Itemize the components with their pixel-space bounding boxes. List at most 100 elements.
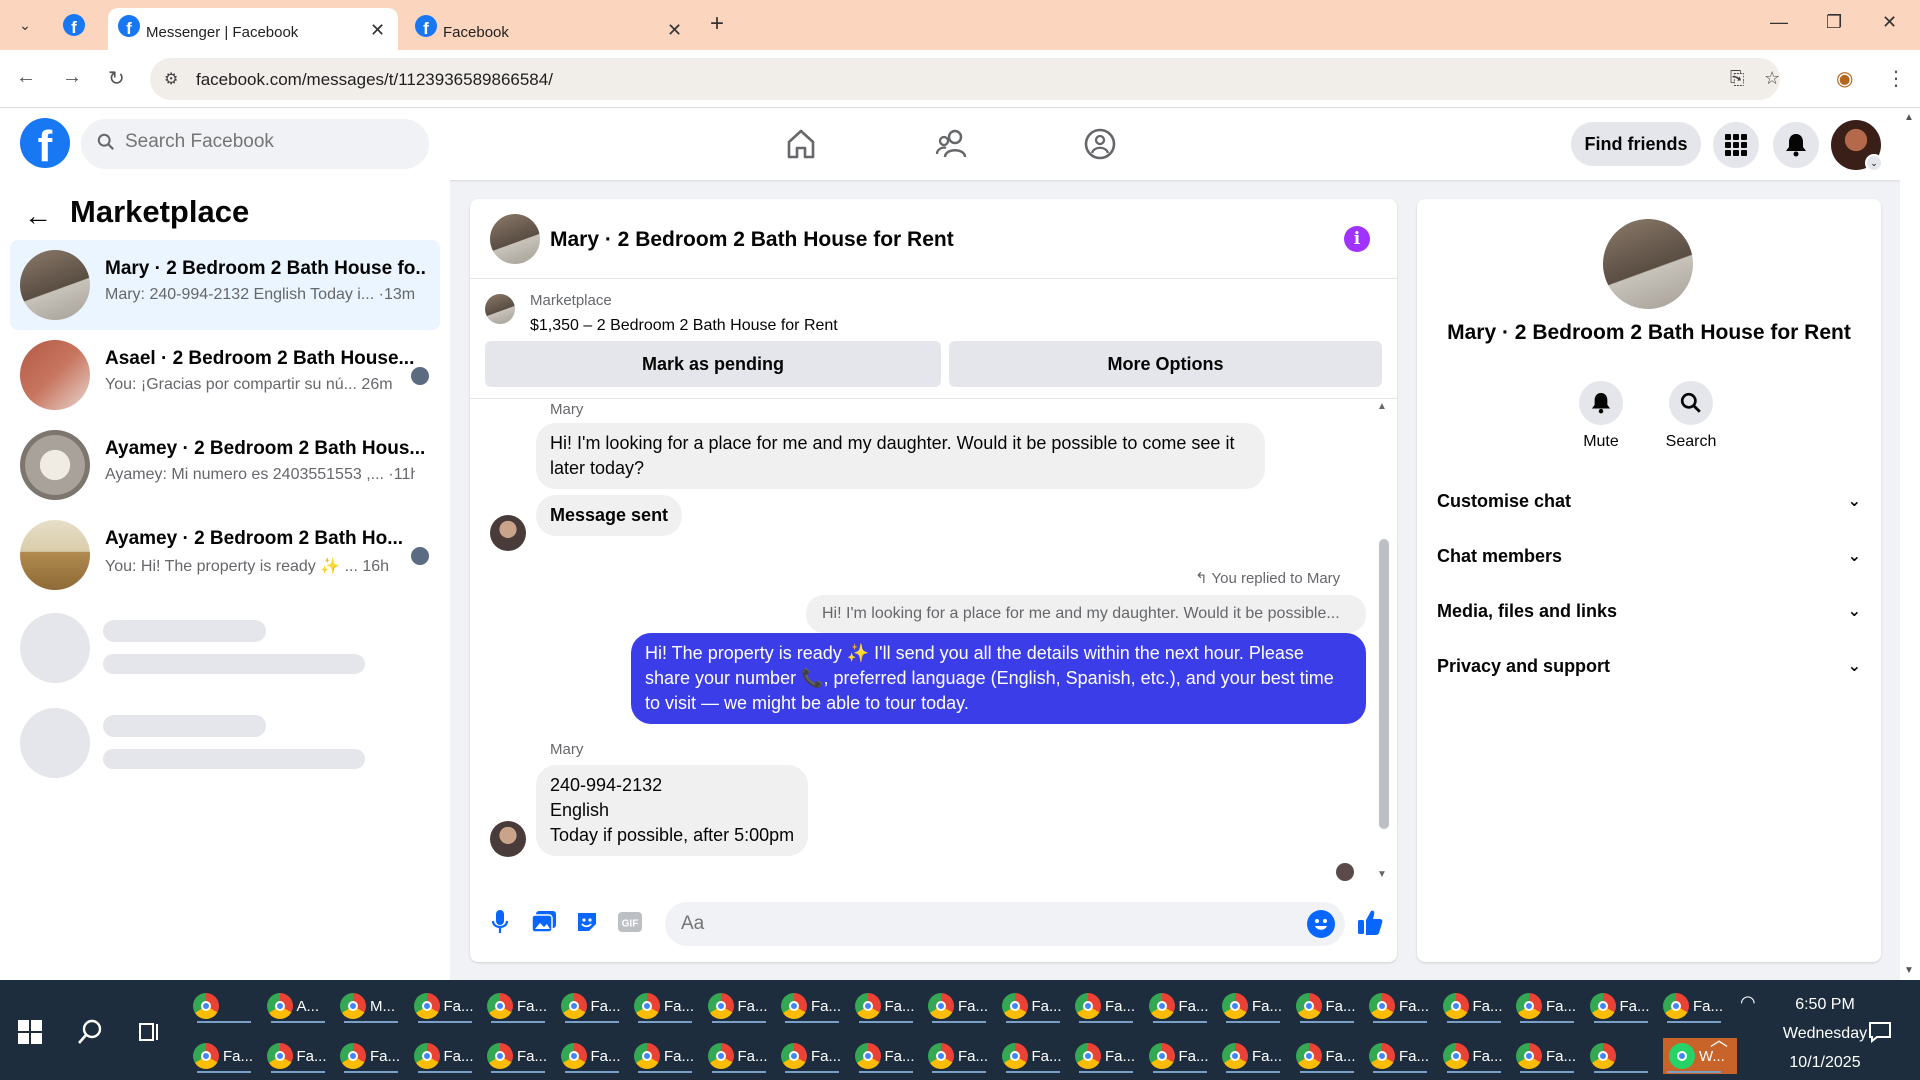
- task-view-icon[interactable]: [138, 1020, 162, 1044]
- search-icon[interactable]: [76, 1018, 104, 1046]
- scroll-down-arrow-icon[interactable]: ▼: [1904, 965, 1914, 976]
- taskbar-app-button[interactable]: [1589, 1038, 1652, 1074]
- taskbar-app-button[interactable]: Fa...: [413, 988, 476, 1024]
- taskbar-app-button[interactable]: Fa...: [1001, 1038, 1064, 1074]
- thumbs-up-icon[interactable]: [1356, 908, 1384, 936]
- taskbar-app-button[interactable]: Fa...: [1001, 988, 1064, 1024]
- taskbar-app-button[interactable]: Fa...: [560, 988, 623, 1024]
- taskbar-app-button[interactable]: Fa...: [781, 1038, 843, 1074]
- tab-messenger[interactable]: f Messenger | Facebook ✕: [108, 8, 398, 50]
- facebook-logo[interactable]: f: [20, 118, 70, 168]
- notifications-bell-icon[interactable]: [1773, 122, 1819, 168]
- emoji-icon[interactable]: [1307, 910, 1335, 938]
- message-input[interactable]: [681, 913, 1241, 935]
- mute-button[interactable]: Mute: [1561, 381, 1641, 451]
- taskbar-app-button[interactable]: Fa...: [487, 1038, 549, 1074]
- taskbar-app-button[interactable]: Fa...: [928, 988, 990, 1024]
- close-tab-icon[interactable]: ✕: [370, 20, 385, 41]
- account-avatar[interactable]: ⌄: [1831, 120, 1883, 172]
- taskbar-app-button[interactable]: Fa...: [1148, 988, 1211, 1024]
- taskbar-app-button[interactable]: Fa...: [707, 988, 770, 1024]
- bookmark-star-icon[interactable]: ☆: [1764, 68, 1780, 89]
- system-clock[interactable]: 6:50 PM Wednesday 10/1/2025: [1770, 990, 1880, 1077]
- info-icon[interactable]: i: [1344, 226, 1370, 252]
- show-hidden-icons-chevron-icon[interactable]: ︿: [1710, 1026, 1728, 1052]
- taskbar-app-button[interactable]: Fa...: [1516, 988, 1578, 1024]
- groups-icon[interactable]: [1082, 126, 1118, 162]
- message-input-box[interactable]: [665, 902, 1345, 946]
- close-tab-icon[interactable]: ✕: [667, 20, 682, 41]
- taskbar-app-button[interactable]: Fa...: [1295, 988, 1358, 1024]
- sender-avatar[interactable]: [490, 821, 526, 857]
- find-friends-button[interactable]: Find friends: [1571, 122, 1701, 166]
- taskbar-app-button[interactable]: Fa...: [1222, 1038, 1284, 1074]
- taskbar-app-button[interactable]: A...: [266, 988, 329, 1024]
- windows-start-icon[interactable]: [18, 1020, 42, 1044]
- microphone-icon[interactable]: [486, 908, 514, 936]
- sender-avatar[interactable]: [490, 515, 526, 551]
- search-conversation-button[interactable]: Search: [1651, 381, 1731, 451]
- listing-thumbnail[interactable]: [485, 294, 515, 324]
- listing-title[interactable]: $1,350 – 2 Bedroom 2 Bath House for Rent: [530, 317, 838, 335]
- url-text[interactable]: facebook.com/messages/t/1123936589866584…: [196, 70, 553, 90]
- taskbar-app-button[interactable]: Fa...: [1369, 988, 1431, 1024]
- more-options-button[interactable]: More Options: [949, 341, 1382, 387]
- taskbar-app-button[interactable]: M...: [340, 988, 402, 1024]
- taskbar-app-button[interactable]: Fa...: [1516, 1038, 1578, 1074]
- section-chat-members[interactable]: Chat members ⌄: [1437, 546, 1861, 586]
- conversation-item[interactable]: Mary · 2 Bedroom 2 Bath House fo... Mary…: [10, 240, 440, 330]
- message-bubble[interactable]: 240-994-2132 English Today if possible, …: [536, 765, 809, 856]
- message-bubble[interactable]: Hi! I'm looking for a place for me and m…: [536, 423, 1265, 489]
- scrollbar-thumb[interactable]: [1379, 539, 1389, 829]
- friends-icon[interactable]: [934, 126, 970, 162]
- taskbar-app-button[interactable]: Fa...: [1663, 988, 1725, 1024]
- taskbar-app-button[interactable]: Fa...: [854, 988, 917, 1024]
- facebook-pinned-tab-icon[interactable]: f: [63, 14, 85, 36]
- taskbar-app-button[interactable]: [193, 988, 255, 1024]
- install-app-icon[interactable]: ⎘: [1730, 68, 1744, 89]
- back-arrow-icon[interactable]: ←: [24, 200, 52, 232]
- taskbar-app-button[interactable]: Fa...: [928, 1038, 990, 1074]
- reload-icon[interactable]: ↻: [108, 66, 125, 91]
- section-media-files-links[interactable]: Media, files and links ⌄: [1437, 601, 1861, 641]
- taskbar-app-button[interactable]: Fa...: [340, 1038, 402, 1074]
- wifi-icon[interactable]: ◠: [1740, 992, 1756, 1013]
- taskbar-app-button[interactable]: Fa...: [560, 1038, 623, 1074]
- notification-center-icon[interactable]: [1868, 1020, 1892, 1044]
- mark-as-pending-button[interactable]: Mark as pending: [485, 341, 941, 387]
- new-tab-plus-icon[interactable]: +: [710, 10, 724, 38]
- forward-icon[interactable]: →: [62, 66, 82, 89]
- minimize-icon[interactable]: —: [1770, 12, 1788, 33]
- menu-grid-icon[interactable]: [1713, 122, 1759, 168]
- taskbar-app-button[interactable]: Fa...: [1075, 1038, 1137, 1074]
- taskbar-app-button[interactable]: Fa...: [1148, 1038, 1211, 1074]
- conversation-item[interactable]: Ayamey · 2 Bedroom 2 Bath Ho... You: Hi!…: [10, 510, 440, 600]
- taskbar-app-button[interactable]: Fa...: [634, 1038, 696, 1074]
- taskbar-app-button[interactable]: Fa...: [413, 1038, 476, 1074]
- taskbar-app-button[interactable]: Fa...: [781, 988, 843, 1024]
- url-field[interactable]: ⚙ facebook.com/messages/t/11239365898665…: [150, 58, 1780, 100]
- sent-message-bubble[interactable]: Hi! The property is ready ✨ I'll send yo…: [631, 633, 1366, 724]
- search-box[interactable]: [81, 119, 429, 169]
- gif-icon[interactable]: GIF: [616, 908, 644, 936]
- taskbar-app-button[interactable]: Fa...: [1442, 988, 1505, 1024]
- restore-icon[interactable]: ❐: [1826, 12, 1842, 33]
- photo-icon[interactable]: [530, 908, 558, 936]
- taskbar-app-button[interactable]: Fa...: [1295, 1038, 1358, 1074]
- menu-kebab-icon[interactable]: ⋮: [1886, 66, 1906, 91]
- quoted-message[interactable]: Hi! I'm looking for a place for me and m…: [806, 595, 1366, 633]
- taskbar-app-button[interactable]: Fa...: [1369, 1038, 1431, 1074]
- home-icon[interactable]: [783, 126, 819, 162]
- site-info-icon[interactable]: ⚙: [164, 69, 178, 89]
- message-bubble[interactable]: Message sent: [536, 495, 683, 536]
- tab-facebook[interactable]: f Facebook ✕: [405, 8, 695, 50]
- taskbar-app-button[interactable]: Fa...: [1222, 988, 1284, 1024]
- conversation-item[interactable]: Ayamey · 2 Bedroom 2 Bath Hous... Ayamey…: [10, 420, 440, 510]
- page-scrollbar[interactable]: ▲ ▼: [1900, 108, 1920, 980]
- close-window-icon[interactable]: ✕: [1882, 12, 1897, 33]
- taskbar-app-button[interactable]: Fa...: [487, 988, 549, 1024]
- taskbar-app-button[interactable]: Fa...: [1442, 1038, 1505, 1074]
- taskbar-app-button[interactable]: Fa...: [193, 1038, 255, 1074]
- section-customise-chat[interactable]: Customise chat ⌄: [1437, 491, 1861, 531]
- tab-search-chevron-icon[interactable]: ⌄: [10, 12, 40, 38]
